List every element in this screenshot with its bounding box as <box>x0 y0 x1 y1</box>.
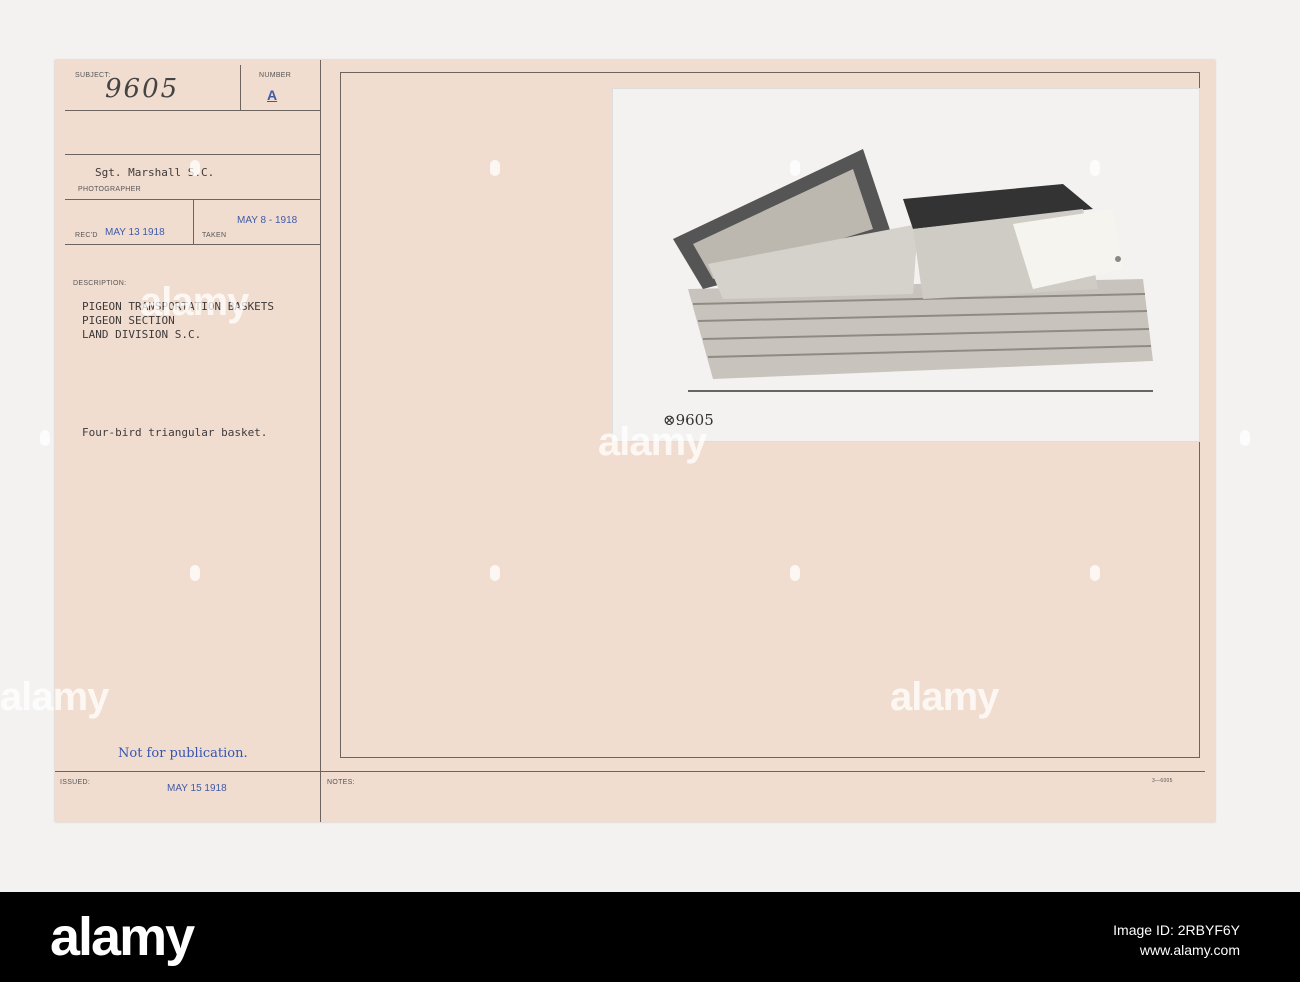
divider <box>65 154 320 155</box>
caption: Four-bird triangular basket. <box>82 426 268 439</box>
image-info: Image ID: 2RBYF6Y www.alamy.com <box>1113 920 1240 960</box>
publication-stamp: Not for publication. <box>118 746 248 761</box>
subject-number-divider <box>240 65 241 110</box>
watermark-text: alamy <box>140 280 249 324</box>
taken-value: MAY 8 - 1918 <box>237 215 298 226</box>
description-label: DESCRIPTION: <box>73 280 127 287</box>
issued-label: ISSUED: <box>60 779 91 786</box>
notes-label: NOTES: <box>327 779 355 786</box>
recd-taken-divider <box>193 199 194 244</box>
number-label: NUMBER <box>259 72 292 79</box>
footer-bar: alamy Image ID: 2RBYF6Y www.alamy.com <box>0 892 1300 982</box>
photographer-label: PHOTOGRAPHER <box>78 186 141 193</box>
column-divider <box>320 60 321 822</box>
divider <box>65 110 320 111</box>
form-number: 3—6005 <box>1152 778 1173 784</box>
subject-value: 9605 <box>105 74 180 104</box>
description-line: LAND DIVISION S.C. <box>82 328 202 341</box>
watermark-text: alamy <box>890 675 999 719</box>
recd-label: REC'D <box>75 232 98 239</box>
number-value: A <box>267 87 278 103</box>
watermark-text: alamy <box>598 420 707 464</box>
notes-divider <box>55 771 1205 772</box>
basket-image <box>673 149 1153 392</box>
image-id: 2RBYF6Y <box>1177 922 1240 938</box>
photograph: ⊗9605 <box>612 88 1200 442</box>
image-id-label: Image ID: <box>1113 922 1174 938</box>
watermark-text: alamy <box>0 675 109 719</box>
recd-value: MAY 13 1918 <box>105 227 165 238</box>
alamy-url[interactable]: www.alamy.com <box>1113 940 1240 960</box>
divider <box>65 244 320 245</box>
alamy-logo: alamy <box>50 907 195 967</box>
issued-value: MAY 15 1918 <box>167 783 227 794</box>
taken-label: TAKEN <box>202 232 227 239</box>
